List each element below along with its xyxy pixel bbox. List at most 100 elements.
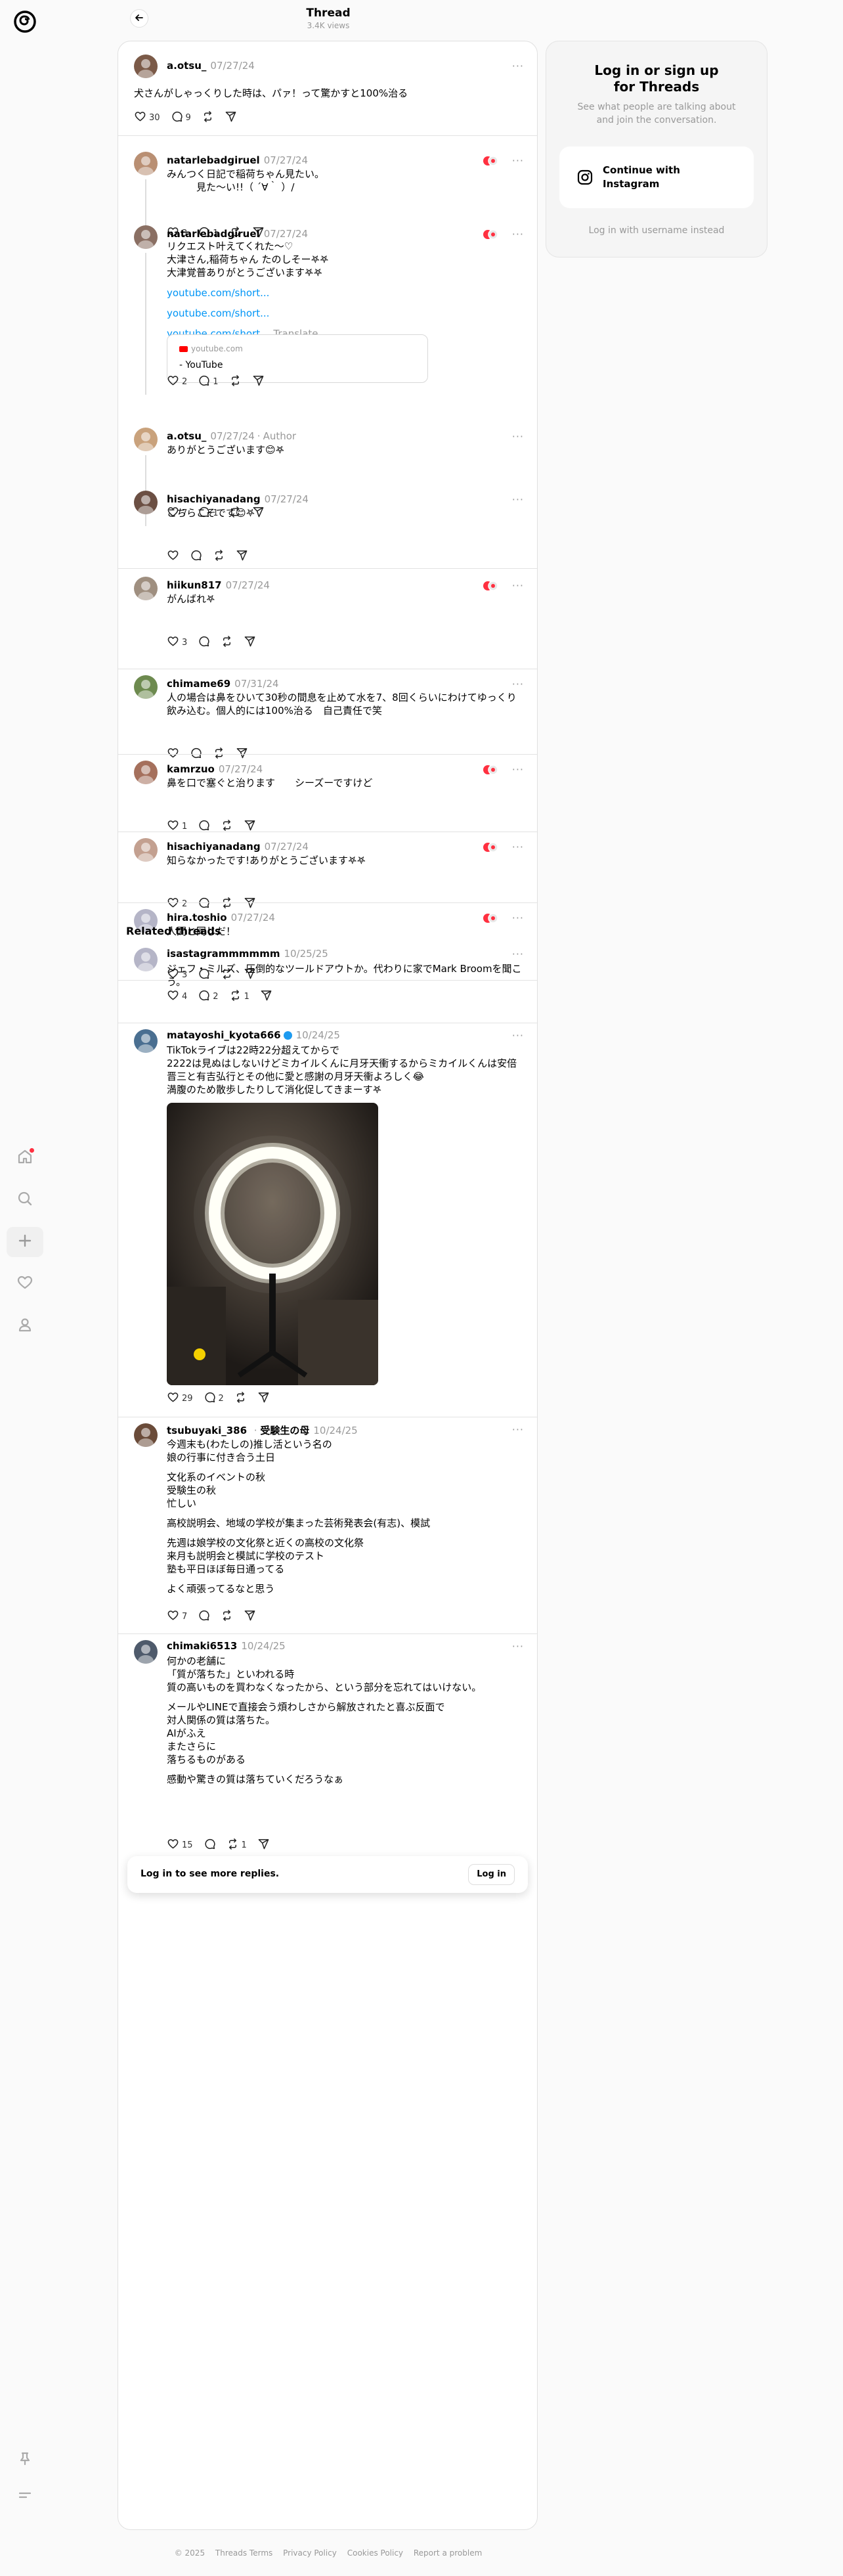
more-options-button[interactable]: ··· [512,493,524,506]
share-icon [236,549,248,564]
username[interactable]: kamrzuo [167,763,215,775]
login-username-link[interactable]: Log in with username instead [546,225,767,236]
reply-button[interactable]: 2 [204,1391,224,1406]
share-button[interactable] [257,1838,270,1853]
like-button[interactable]: 2 [167,374,187,389]
more-options-button[interactable]: ··· [512,1640,524,1653]
text-line: 何かの老舗に [167,1655,227,1667]
avatar[interactable] [134,1029,158,1053]
youtube-link[interactable]: youtube.com/short... [167,287,269,299]
more-options-button[interactable]: ··· [512,154,524,167]
continue-with-instagram-button[interactable]: Continue with Instagram [559,146,754,208]
username[interactable]: natarlebadgiruel [167,228,260,240]
repost-icon [202,110,214,125]
share-button[interactable] [236,549,248,564]
share-button[interactable] [225,110,237,125]
more-options-button[interactable]: ··· [512,228,524,240]
like-count: 15 [182,1840,193,1850]
cookies-link[interactable]: Cookies Policy [347,2548,403,2558]
repost-button[interactable] [202,110,214,125]
share-button[interactable] [244,635,256,650]
menu-nav-button[interactable] [7,2481,43,2512]
like-button[interactable]: 15 [167,1838,193,1853]
report-link[interactable]: Report a problem [414,2548,482,2558]
search-nav-button[interactable] [7,1185,43,1215]
youtube-link[interactable]: youtube.com/short... [167,307,269,319]
like-button[interactable]: 7 [167,1609,187,1624]
reply-button[interactable] [198,635,210,650]
privacy-link[interactable]: Privacy Policy [283,2548,337,2558]
avatar[interactable] [134,225,158,249]
username[interactable]: chimame69 [167,678,230,690]
avatar[interactable] [134,577,158,600]
more-options-button[interactable]: ··· [512,948,524,960]
repost-button[interactable] [221,1609,233,1624]
share-button[interactable] [244,1609,256,1624]
more-options-button[interactable]: ··· [512,678,524,690]
repost-button[interactable]: 1 [229,989,249,1004]
more-options-button[interactable]: ··· [512,841,524,853]
reply-count: 2 [213,991,219,1002]
avatar[interactable] [134,838,158,862]
username[interactable]: chimaki6513 [167,1640,237,1652]
pin-nav-button[interactable] [7,2445,43,2475]
username[interactable]: natarlebadgiruel [167,154,260,166]
share-button[interactable] [260,989,272,1004]
avatar[interactable] [134,761,158,784]
profile-nav-button[interactable] [7,1311,43,1341]
footer: © 2025 Threads Terms Privacy Policy Cook… [0,2548,657,2558]
reply-button[interactable]: 2 [198,989,219,1004]
like-button[interactable]: 29 [167,1391,193,1406]
login-button[interactable]: Log in [468,1864,515,1885]
reply-button[interactable] [190,549,202,564]
avatar[interactable] [134,948,158,971]
terms-link[interactable]: Threads Terms [215,2548,272,2558]
username[interactable]: hira.toshio [167,912,227,923]
avatar[interactable] [134,1423,158,1447]
avatar[interactable] [134,152,158,175]
reply-button[interactable]: 9 [171,110,191,125]
share-button[interactable] [252,374,265,389]
like-button[interactable] [167,549,179,564]
avatar[interactable] [134,55,158,78]
text-line: 文化系のイベントの秋 [167,1471,266,1483]
repost-button[interactable]: 1 [227,1838,247,1853]
username[interactable]: a.otsu_ [167,60,206,72]
share-button[interactable] [257,1391,270,1406]
more-options-button[interactable]: ··· [512,1029,524,1042]
username[interactable]: isastagrammmmmm [167,948,280,960]
avatar[interactable] [134,1640,158,1664]
avatar[interactable] [134,675,158,699]
username[interactable]: tsubuyaki_386 [167,1425,247,1436]
post-image[interactable] [167,1103,378,1385]
repost-button[interactable] [221,635,233,650]
username[interactable]: hiikun817 [167,579,222,591]
avatar[interactable] [134,491,158,514]
like-button[interactable]: 30 [134,110,160,125]
more-options-button[interactable]: ··· [512,60,524,72]
repost-button[interactable] [229,374,242,389]
username[interactable]: hisachiyanadang [167,841,261,853]
repost-button[interactable] [234,1391,247,1406]
like-button[interactable]: 3 [167,635,187,650]
more-options-button[interactable]: ··· [512,430,524,443]
more-options-button[interactable]: ··· [512,1423,524,1436]
more-options-button[interactable]: ··· [512,912,524,924]
home-nav-button[interactable] [7,1143,43,1173]
more-options-button[interactable]: ··· [512,763,524,776]
reply-button[interactable] [204,1838,216,1853]
threads-logo-icon[interactable] [12,9,38,35]
username[interactable]: a.otsu_ [167,430,206,442]
username[interactable]: hisachiyanadang [167,493,261,505]
reply-button[interactable] [198,1609,210,1624]
create-nav-button[interactable] [7,1227,43,1257]
more-options-button[interactable]: ··· [512,579,524,592]
username[interactable]: matayoshi_kyota666 [167,1029,281,1041]
repost-button[interactable] [213,549,225,564]
like-button[interactable]: 4 [167,989,187,1004]
avatar[interactable] [134,428,158,451]
reply-button[interactable]: 1 [198,374,219,389]
plus-icon [16,1232,33,1252]
repost-icon [227,1838,239,1853]
activity-nav-button[interactable] [7,1269,43,1299]
